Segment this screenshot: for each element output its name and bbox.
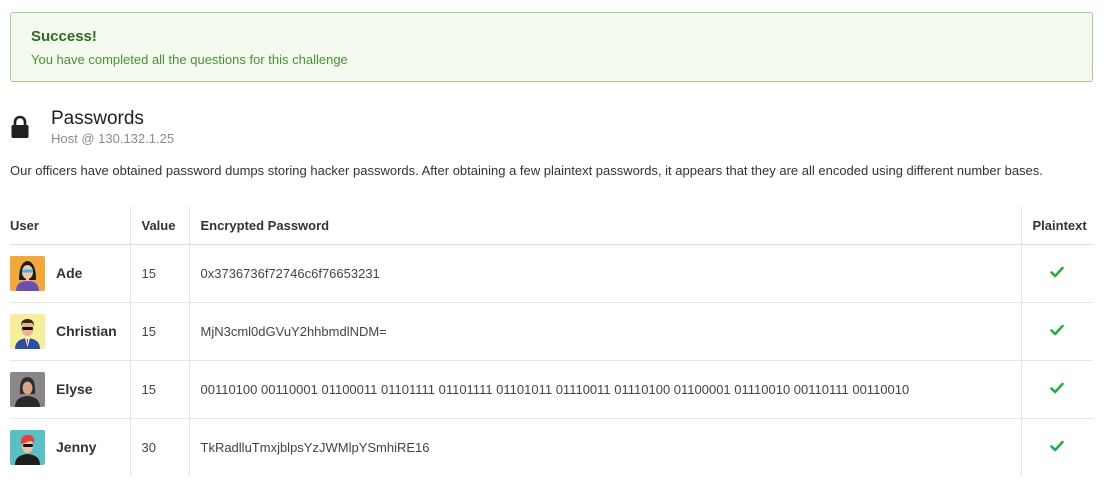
challenge-header: Passwords Host @ 130.132.1.25 [10, 106, 174, 148]
lock-icon [10, 106, 42, 148]
alert-title: Success! [31, 28, 97, 45]
table-row: Elyse 15 00110100 00110001 01100011 0110… [10, 360, 1093, 419]
success-alert: Success! You have completed all the ques… [10, 12, 1093, 82]
value-cell: 30 [129, 418, 189, 476]
challenge-description: Our officers have obtained password dump… [10, 163, 1043, 178]
encrypted-password: TkRadlluTmxjblpsYzJWMlpYSmhiRE16 [200, 439, 430, 455]
avatar [10, 255, 45, 291]
table-row: Christian 15 MjN3cml0dGVuY2hhbmdlNDM= [10, 302, 1093, 361]
table-header-row: User Value Encrypted Password Plaintext [10, 207, 1093, 245]
avatar [10, 371, 45, 407]
challenge-title: Passwords [51, 107, 144, 129]
avatar [10, 429, 45, 465]
user-name: Ade [56, 265, 83, 281]
passwords-table: User Value Encrypted Password Plaintext [10, 207, 1093, 476]
header-encrypted-password: Encrypted Password [188, 207, 1021, 245]
check-icon [1050, 382, 1065, 397]
value-cell: 15 [129, 244, 189, 303]
header-user: User [10, 207, 130, 245]
table-row: Jenny 30 TkRadlluTmxjblpsYzJWMlpYSmhiRE1… [10, 418, 1093, 476]
check-icon [1050, 266, 1065, 281]
avatar [10, 313, 45, 349]
check-icon [1050, 440, 1065, 455]
user-name: Elyse [56, 381, 93, 397]
encrypted-password: 0x3736736f72746c6f76653231 [200, 265, 380, 281]
alert-message: You have completed all the questions for… [31, 52, 348, 67]
encrypted-password: 00110100 00110001 01100011 01101111 0110… [200, 381, 910, 397]
header-value: Value [129, 207, 189, 245]
value-cell: 15 [129, 360, 189, 419]
encrypted-password: MjN3cml0dGVuY2hhbmdlNDM= [200, 323, 387, 339]
user-name: Jenny [56, 439, 97, 456]
header-plaintext: Plaintext [1020, 207, 1093, 245]
value-cell: 15 [129, 302, 189, 361]
check-icon [1050, 324, 1065, 339]
table-row: Ade 15 0x3736736f72746c6f76653231 [10, 244, 1093, 303]
user-name: Christian [56, 323, 117, 339]
host-label: Host @ 130.132.1.25 [51, 130, 175, 146]
